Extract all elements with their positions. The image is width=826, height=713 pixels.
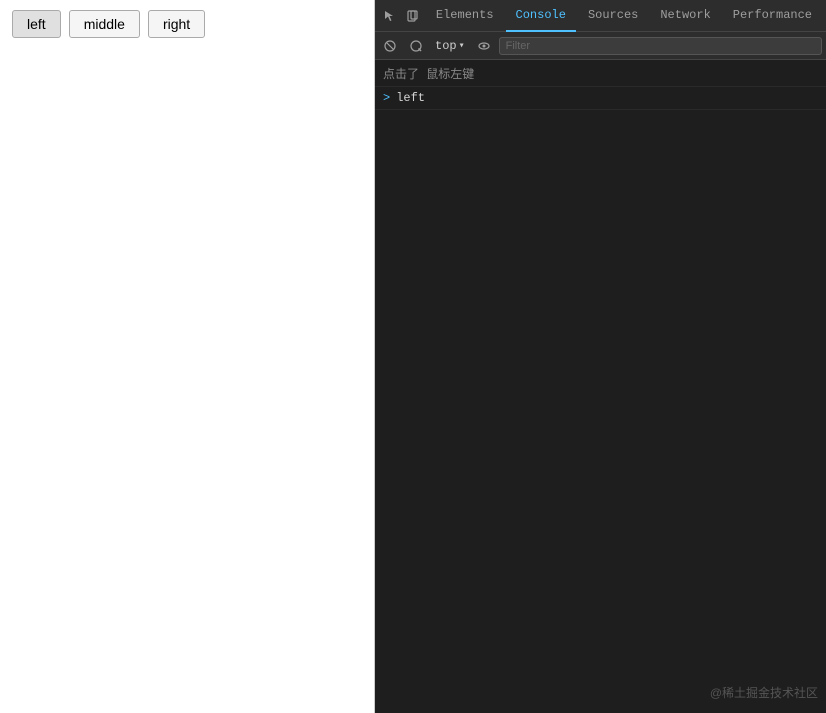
inspect-icon[interactable] — [379, 4, 400, 28]
devtools-toolbar: top ▾ — [375, 32, 826, 60]
btn-btn-middle[interactable]: middle — [69, 10, 140, 38]
tab-elements[interactable]: Elements — [426, 0, 504, 32]
filter-icon[interactable] — [405, 35, 427, 57]
console-prompt-icon[interactable]: > — [383, 89, 390, 107]
eye-icon[interactable] — [473, 35, 495, 57]
btn-btn-right[interactable]: right — [148, 10, 205, 38]
tab-sources[interactable]: Sources — [578, 0, 648, 32]
btn-btn-left[interactable]: left — [12, 10, 61, 38]
chevron-down-icon: ▾ — [459, 40, 465, 52]
button-area: left middle right — [0, 0, 374, 48]
device-icon[interactable] — [402, 4, 423, 28]
devtools-panel: Elements Console Sources Network Perform… — [375, 0, 826, 713]
tab-network[interactable]: Network — [650, 0, 720, 32]
clear-console-icon[interactable] — [379, 35, 401, 57]
console-line: > left — [375, 87, 826, 110]
watermark: @稀土掘金技术社区 — [710, 684, 818, 701]
tab-console[interactable]: Console — [506, 0, 576, 32]
console-output: 点击了 鼠标左键 > left — [375, 60, 826, 713]
left-panel: left middle right — [0, 0, 375, 713]
console-line: 点击了 鼠标左键 — [375, 64, 826, 87]
devtools-tab-bar: Elements Console Sources Network Perform… — [375, 0, 826, 32]
filter-input[interactable] — [499, 37, 822, 55]
top-frame-dropdown[interactable]: top ▾ — [431, 37, 469, 55]
tab-performance[interactable]: Performance — [723, 0, 822, 32]
